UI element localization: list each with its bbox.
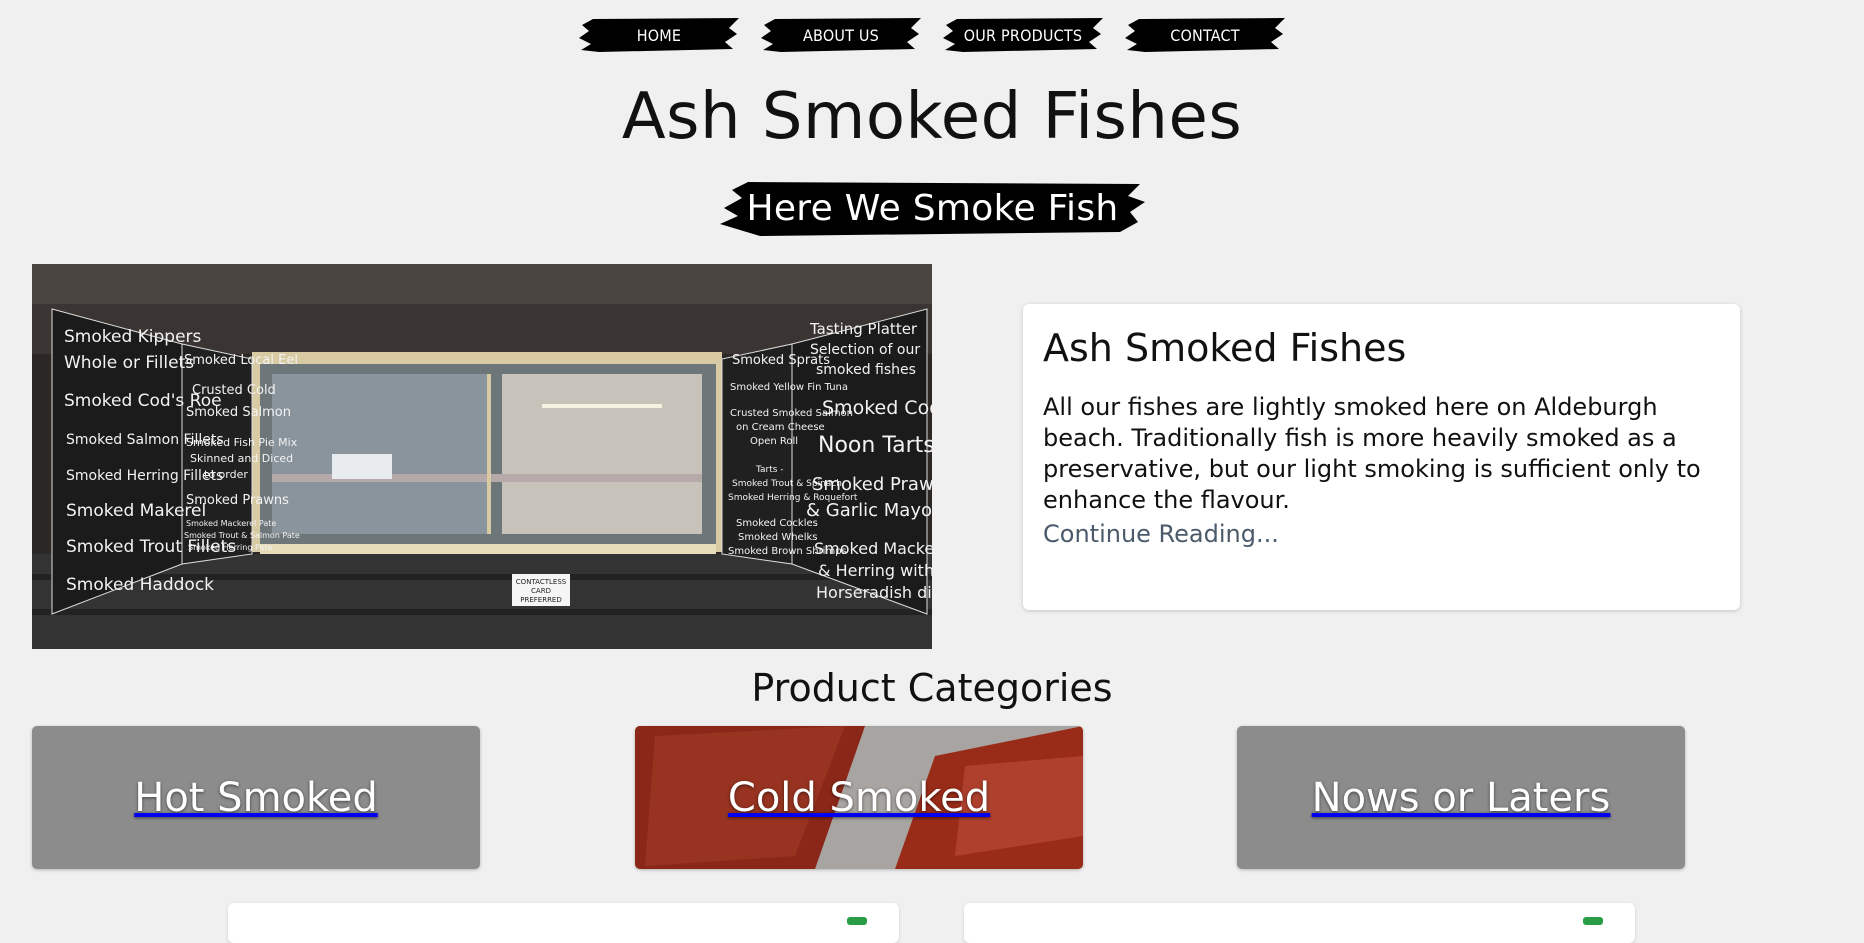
svg-text:Smoked Trout & Salmon Pate: Smoked Trout & Salmon Pate: [184, 531, 300, 540]
svg-text:Smoked Yellow Fin Tuna: Smoked Yellow Fin Tuna: [730, 382, 848, 393]
category-hot-smoked-label: Hot Smoked: [134, 774, 378, 821]
intro-card-body: All our fishes are lightly smoked here o…: [1043, 393, 1701, 514]
category-hot-smoked[interactable]: Hot Smoked: [32, 726, 480, 869]
hero-photo: Smoked Kippers Whole or Fillets Smoked C…: [32, 264, 932, 649]
nav-contact[interactable]: CONTACT: [1125, 16, 1285, 54]
svg-text:Smoked Herring Fillets: Smoked Herring Fillets: [66, 468, 223, 484]
main-nav: HOME ABOUT US OUR PRODUCTS CONTACT: [0, 16, 1864, 54]
svg-text:Smoked Fish Pie Mix: Smoked Fish Pie Mix: [186, 436, 298, 449]
svg-text:Smoked Herring Pate: Smoked Herring Pate: [188, 543, 272, 552]
svg-text:Horseradish dip: Horseradish dip: [816, 583, 932, 602]
intro-card: Ash Smoked Fishes All our fishes are lig…: [1023, 304, 1740, 610]
svg-text:Smoked Kippers: Smoked Kippers: [64, 327, 202, 347]
intro-card-title: Ash Smoked Fishes: [1043, 326, 1407, 370]
nav-about-us[interactable]: ABOUT US: [761, 16, 921, 54]
svg-text:Smoked Prawns: Smoked Prawns: [186, 493, 289, 508]
svg-text:Smoked Prawns: Smoked Prawns: [812, 474, 932, 495]
svg-text:Skinned and Diced: Skinned and Diced: [190, 452, 293, 465]
nav-about-us-label: ABOUT US: [803, 25, 879, 45]
nav-our-products-label: OUR PRODUCTS: [963, 25, 1083, 45]
svg-text:to order: to order: [204, 468, 248, 481]
tagline: Here We Smoke Fish: [746, 187, 1119, 229]
category-nows-or-laters[interactable]: Nows or Laters: [1237, 726, 1685, 869]
svg-text:Smoked Mackerel: Smoked Mackerel: [814, 539, 932, 558]
svg-text:Smoked Local Eel: Smoked Local Eel: [184, 353, 298, 368]
svg-text:Whole or Fillets: Whole or Fillets: [64, 353, 194, 373]
nav-our-products[interactable]: OUR PRODUCTS: [943, 16, 1103, 54]
svg-text:Tarts -: Tarts -: [755, 465, 784, 475]
svg-text:Selection of our: Selection of our: [810, 342, 920, 358]
category-nows-or-laters-label: Nows or Laters: [1311, 774, 1611, 821]
product-card[interactable]: [964, 903, 1635, 943]
nav-contact-label: CONTACT: [1170, 25, 1240, 45]
site-title: Ash Smoked Fishes: [621, 80, 1243, 154]
svg-text:on Cream Cheese: on Cream Cheese: [736, 422, 825, 433]
category-cold-smoked[interactable]: Cold Smoked: [635, 726, 1083, 869]
svg-text:Smoked Salmon: Smoked Salmon: [186, 405, 291, 420]
tagline-banner: Here We Smoke Fish: [720, 178, 1145, 238]
svg-text:Smoked Mackerel Pate: Smoked Mackerel Pate: [186, 519, 276, 528]
category-cold-smoked-label: Cold Smoked: [727, 774, 991, 821]
product-card[interactable]: [228, 903, 899, 943]
svg-text:CONTACTLESS: CONTACTLESS: [516, 578, 567, 586]
status-badge: [1583, 917, 1603, 925]
svg-text:& Herring with: & Herring with: [818, 561, 932, 580]
svg-text:CARD: CARD: [531, 587, 551, 595]
categories-heading: Product Categories: [751, 666, 1113, 710]
svg-text:Smoked Haddock: Smoked Haddock: [66, 575, 214, 595]
svg-text:smoked fishes: smoked fishes: [816, 362, 916, 378]
svg-text:Open Roll: Open Roll: [750, 436, 798, 447]
svg-text:Smoked Cod: Smoked Cod: [822, 397, 932, 419]
nav-home-label: HOME: [636, 25, 682, 45]
svg-text:Crusted Cold: Crusted Cold: [192, 383, 276, 398]
continue-reading-link[interactable]: Continue Reading...: [1043, 520, 1279, 548]
svg-text:& Garlic Mayo Dip: & Garlic Mayo Dip: [806, 500, 932, 521]
svg-text:Tasting Platter: Tasting Platter: [809, 320, 918, 338]
svg-text:PREFERRED: PREFERRED: [520, 596, 562, 604]
status-badge: [847, 917, 867, 925]
nav-home[interactable]: HOME: [579, 16, 739, 54]
svg-text:Smoked Whelks: Smoked Whelks: [738, 532, 817, 543]
svg-text:Noon Tarts: Noon Tarts: [818, 433, 932, 458]
